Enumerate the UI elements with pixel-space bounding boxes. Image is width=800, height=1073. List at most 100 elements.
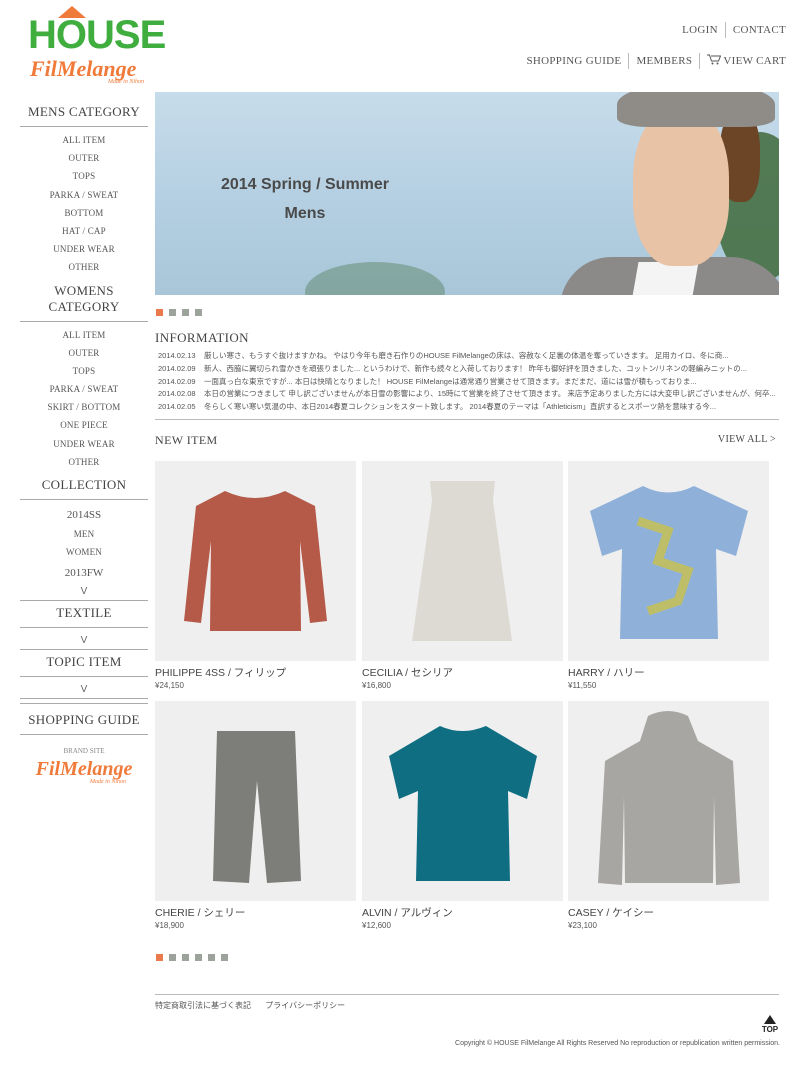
shopping-guide-link[interactable]: SHOPPING GUIDE	[526, 55, 621, 67]
skirt-icon	[412, 481, 512, 641]
info-date: 2014.02.09	[158, 363, 196, 373]
site-logo[interactable]: HOUSE FilMelange Made in Nihon	[28, 6, 166, 88]
product-image[interactable]	[362, 701, 563, 901]
view-all-link[interactable]: VIEW ALL >	[718, 434, 776, 445]
brand-site-label: BRAND SITE	[63, 747, 105, 756]
product-name[interactable]: HARRY / ハリー	[568, 666, 769, 680]
brand-site-tagline: Made in Nihon	[90, 779, 126, 786]
product-image[interactable]	[568, 701, 769, 901]
info-item[interactable]: 2014.02.09 一面真っ白な東京ですが... 本日は快晴となりました！ HO…	[158, 376, 778, 389]
collection-women-link[interactable]: WOMEN	[20, 543, 148, 561]
view-cart-link[interactable]: VIEW CART	[707, 54, 786, 67]
logo-filmelange-text: FilMelange	[30, 56, 137, 81]
info-item[interactable]: 2014.02.05 冬らしく寒い寒い気温の中、本日2014春夏コレクションをスタ…	[158, 401, 778, 414]
back-to-top-button[interactable]: TOP	[758, 1015, 782, 1034]
collection-men-link[interactable]: MEN	[20, 525, 148, 543]
sub-nav: SHOPPING GUIDE MEMBERS VIEW CART	[526, 53, 786, 69]
womens-item-parka-sweat[interactable]: PARKA / SWEAT	[20, 380, 148, 398]
mens-item-bottom[interactable]: BOTTOM	[20, 204, 148, 222]
shopping-guide-heading[interactable]: SHOPPING GUIDE	[20, 703, 148, 736]
product-image[interactable]	[568, 461, 769, 661]
info-item[interactable]: 2014.02.08 本日の営業につきまして 申し訳ございませんが本日雪の影響によ…	[158, 388, 778, 401]
tokushoho-link[interactable]: 特定商取引法に基づく表記	[155, 1001, 251, 1010]
collection-2013fw[interactable]: 2013FW	[20, 563, 148, 583]
privacy-policy-link[interactable]: プライバシーポリシー	[265, 1001, 345, 1010]
info-date: 2014.02.13	[158, 351, 196, 360]
womens-item-outer[interactable]: OUTER	[20, 344, 148, 362]
sweater-icon	[184, 491, 327, 631]
hero-banner[interactable]: 2014 Spring / Summer Mens	[155, 92, 779, 295]
mens-item-other[interactable]: OTHER	[20, 258, 148, 276]
womens-item-one-piece[interactable]: ONE PIECE	[20, 416, 148, 434]
product-name[interactable]: CECILIA / セシリア	[362, 666, 563, 680]
info-date: 2014.02.05	[158, 402, 196, 412]
product-card-harry[interactable]: HARRY / ハリー ¥11,550	[568, 461, 769, 690]
product-name[interactable]: PHILIPPE 4SS / フィリップ	[155, 666, 356, 680]
product-image[interactable]	[155, 461, 356, 661]
womens-item-tops[interactable]: TOPS	[20, 362, 148, 380]
info-item[interactable]: 2014.02.13 厳しい寒さ、もうすぐ抜けますかね。 やはり今年も磨き石作りの…	[158, 350, 778, 363]
womens-item-skirt-bottom[interactable]: SKIRT / BOTTOM	[20, 398, 148, 416]
mens-item-tops[interactable]: TOPS	[20, 167, 148, 185]
product-image[interactable]	[362, 461, 563, 661]
product-card-cecilia[interactable]: CECILIA / セシリア ¥16,800	[362, 461, 563, 690]
product-page-dot-3[interactable]	[182, 954, 189, 961]
textile-expand-chevron[interactable]: V	[20, 632, 148, 651]
product-card-alvin[interactable]: ALVIN / アルヴィン ¥12,600	[362, 701, 563, 930]
product-card-casey[interactable]: CASEY / ケイシー ¥23,100	[568, 701, 769, 930]
nav-divider	[724, 22, 726, 38]
mens-item-outer[interactable]: OUTER	[20, 149, 148, 167]
login-link[interactable]: LOGIN	[682, 24, 718, 36]
mens-item-all[interactable]: ALL ITEM	[20, 131, 148, 149]
product-name[interactable]: ALVIN / アルヴィン	[362, 906, 563, 920]
members-link[interactable]: MEMBERS	[636, 55, 692, 67]
hoodie-icon	[598, 711, 740, 885]
product-page-dot-2[interactable]	[169, 954, 176, 961]
womens-item-other[interactable]: OTHER	[20, 453, 148, 471]
product-page-dot-4[interactable]	[195, 954, 202, 961]
product-price: ¥16,800	[362, 681, 391, 690]
product-name[interactable]: CASEY / ケイシー	[568, 906, 769, 920]
womens-item-under-wear[interactable]: UNDER WEAR	[20, 435, 148, 453]
mens-item-parka-sweat[interactable]: PARKA / SWEAT	[20, 186, 148, 204]
mens-category-heading[interactable]: MENS CATEGORY	[20, 100, 148, 127]
mens-item-under-wear[interactable]: UNDER WEAR	[20, 240, 148, 258]
contact-link[interactable]: CONTACT	[733, 24, 786, 36]
womens-item-all[interactable]: ALL ITEM	[20, 326, 148, 344]
product-price: ¥11,550	[568, 681, 597, 690]
collection-heading[interactable]: COLLECTION	[20, 473, 148, 500]
info-date: 2014.02.09	[158, 376, 196, 386]
product-card-cherie[interactable]: CHERIE / シェリー ¥18,900	[155, 701, 356, 930]
product-pagination	[156, 954, 228, 961]
womens-category-heading[interactable]: WOMENS CATEGORY	[20, 279, 148, 322]
logo-house-text: HOUSE	[28, 13, 166, 57]
info-text: 本日の営業につきまして 申し訳ございませんが本日雪の影響により、15時にて営業を…	[204, 389, 776, 399]
info-text: 一面真っ白な東京ですが... 本日は快晴となりました！ HOUSE FilMel…	[204, 376, 697, 386]
textile-heading[interactable]: TEXTILE	[20, 601, 148, 629]
topic-expand-chevron[interactable]: V	[20, 681, 148, 700]
product-page-dot-1[interactable]	[156, 954, 163, 961]
brand-site-logo[interactable]: FilMelange	[20, 759, 148, 779]
product-price: ¥23,100	[568, 921, 597, 930]
collection-2014ss[interactable]: 2014SS	[20, 505, 148, 525]
hero-dot-1[interactable]	[156, 309, 163, 316]
hero-dot-2[interactable]	[169, 309, 176, 316]
product-page-dot-5[interactable]	[208, 954, 215, 961]
hero-tree	[305, 262, 445, 295]
hero-dot-4[interactable]	[195, 309, 202, 316]
product-card-philippe[interactable]: PHILIPPE 4SS / フィリップ ¥24,150	[155, 461, 356, 690]
collection-expand-chevron[interactable]: V	[20, 583, 148, 602]
hero-title: 2014 Spring / Summer Mens	[215, 170, 395, 228]
product-name[interactable]: CHERIE / シェリー	[155, 906, 356, 920]
cart-icon	[707, 54, 722, 65]
footer-divider	[155, 994, 779, 995]
topic-item-heading[interactable]: TOPIC ITEM	[20, 650, 148, 678]
footer-links: 特定商取引法に基づく表記 プライバシーポリシー	[155, 1000, 357, 1011]
mens-item-hat-cap[interactable]: HAT / CAP	[20, 222, 148, 240]
product-image[interactable]	[155, 701, 356, 901]
hero-title-line1: 2014 Spring / Summer	[220, 176, 390, 193]
info-item[interactable]: 2014.02.09 新人、西脇に翼切られ雪かきを頑張りました... というわけで…	[158, 363, 778, 376]
hero-dot-3[interactable]	[182, 309, 189, 316]
new-item-heading: NEW ITEM	[155, 433, 218, 447]
product-page-dot-6[interactable]	[221, 954, 228, 961]
